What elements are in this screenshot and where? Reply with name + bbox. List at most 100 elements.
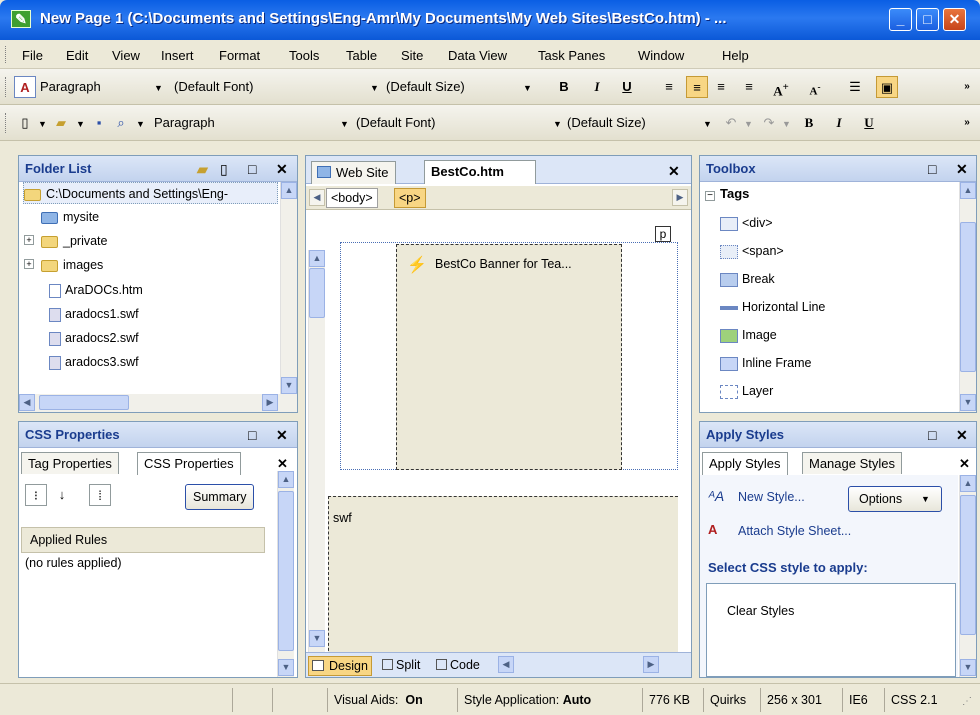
italic-button[interactable]: I (588, 76, 606, 98)
menu-file[interactable]: File (22, 48, 43, 63)
chevron-down-icon[interactable]: ▼ (154, 83, 163, 93)
maximize-pane-icon[interactable]: □ (928, 422, 936, 448)
tab-web-site[interactable]: Web Site (311, 161, 396, 184)
style-application-status[interactable]: Style Application: Auto (457, 688, 591, 712)
close-button[interactable]: ✕ (943, 8, 966, 31)
underline-button-2[interactable]: U (860, 112, 878, 134)
chevron-down-icon[interactable]: ▼ (136, 119, 145, 129)
chevron-down-icon[interactable]: ▼ (703, 119, 712, 129)
close-document-icon[interactable]: ✕ (668, 163, 680, 180)
folder-vscroll[interactable]: ▲ ▼ (280, 182, 297, 394)
close-pane-icon[interactable]: ✕ (276, 156, 288, 182)
numbered-list-icon[interactable]: ☰ (846, 76, 864, 98)
maximize-pane-icon[interactable]: □ (248, 422, 256, 448)
expand-icon[interactable]: + (24, 235, 34, 245)
maximize-pane-icon[interactable]: □ (248, 156, 256, 182)
tree-item-aradocs-htm[interactable]: AraDOCs.htm (49, 279, 143, 301)
split-view-button[interactable]: Split (380, 656, 423, 676)
sort-az-icon[interactable]: ↓ (53, 484, 71, 506)
folder-hscroll[interactable]: ◀ ▶ (19, 394, 297, 412)
scroll-down-icon[interactable]: ▼ (960, 394, 976, 411)
menu-window[interactable]: Window (638, 48, 684, 63)
apply-styles-vscroll[interactable]: ▲ ▼ (959, 475, 976, 677)
scroll-up-icon[interactable]: ▲ (960, 182, 976, 199)
shrink-font-icon[interactable]: A- (806, 76, 824, 98)
size-select-2[interactable]: (Default Size) (567, 113, 697, 133)
new-file-icon[interactable]: ▯ (220, 156, 228, 182)
menu-task-panes[interactable]: Task Panes (538, 48, 605, 63)
highlight-icon[interactable]: ▣ (876, 76, 898, 98)
scroll-up-icon[interactable]: ▲ (281, 182, 297, 199)
align-right-icon[interactable]: ≡ (712, 76, 730, 98)
font-select[interactable]: (Default Font) (174, 77, 364, 97)
redo-icon[interactable]: ↷ (760, 112, 778, 134)
tree-item-root[interactable]: C:\Documents and Settings\Eng- (23, 182, 278, 204)
save-icon[interactable]: ▪ (90, 112, 108, 134)
new-style-link[interactable]: New Style... (738, 490, 805, 504)
tab-bestco[interactable]: BestCo.htm (424, 160, 536, 184)
toolbox-item-layer[interactable]: Layer (720, 378, 773, 404)
toolbox-item-div[interactable]: <div> (720, 210, 773, 236)
scroll-up-icon[interactable]: ▲ (278, 471, 294, 488)
toolbar-overflow-icon[interactable]: » (958, 112, 976, 134)
tree-item-aradocs2[interactable]: aradocs2.swf (49, 327, 139, 349)
tag-scroll-left-icon[interactable]: ◀ (309, 189, 325, 206)
justify-icon[interactable]: ≡ (740, 76, 758, 98)
menu-help[interactable]: Help (722, 48, 749, 63)
preview-icon[interactable]: ⌕ (112, 112, 130, 134)
close-pane-icon[interactable]: ✕ (956, 422, 968, 448)
tag-scroll-right-icon[interactable]: ▶ (672, 189, 688, 206)
close-pane-icon[interactable]: ✕ (956, 156, 968, 182)
chevron-down-icon[interactable]: ▼ (76, 119, 85, 129)
scroll-up-icon[interactable]: ▲ (309, 250, 325, 267)
chevron-down-icon[interactable]: ▼ (38, 119, 47, 129)
scroll-down-icon[interactable]: ▼ (309, 630, 325, 647)
open-folder-icon[interactable]: ▰ (52, 112, 70, 134)
categorized-view-icon[interactable]: ⁝ (25, 484, 47, 506)
bold-button-2[interactable]: B (800, 112, 818, 134)
close-tab-icon[interactable]: ✕ (277, 456, 288, 472)
tag-p-button[interactable]: <p> (394, 188, 426, 208)
new-folder-icon[interactable]: ▰ (197, 156, 208, 182)
scroll-down-icon[interactable]: ▼ (278, 659, 294, 676)
browser-compat-status[interactable]: IE6 (842, 688, 868, 712)
tree-item-aradocs1[interactable]: aradocs1.swf (49, 303, 139, 325)
expand-icon[interactable]: + (24, 259, 34, 269)
toolbar-overflow-icon[interactable]: » (958, 76, 976, 98)
font-select-2[interactable]: (Default Font) (356, 113, 536, 133)
menu-site[interactable]: Site (401, 48, 423, 63)
scroll-down-icon[interactable]: ▼ (960, 659, 976, 676)
size-select[interactable]: (Default Size) (386, 77, 516, 97)
css-vscroll[interactable]: ▲ ▼ (277, 471, 294, 677)
menu-data-view[interactable]: Data View (448, 48, 507, 63)
vscroll-thumb[interactable] (960, 222, 976, 372)
css-version-status[interactable]: CSS 2.1 (884, 688, 938, 712)
visual-aids-status[interactable]: Visual Aids: On (327, 688, 423, 712)
paragraph-style-select-2[interactable]: Paragraph (154, 113, 262, 133)
menu-tools[interactable]: Tools (289, 48, 319, 63)
scroll-left-icon[interactable]: ◀ (498, 656, 514, 673)
doc-mode-status[interactable]: Quirks (703, 688, 746, 712)
minimize-button[interactable]: _ (889, 8, 912, 31)
tree-item-private[interactable]: _private (41, 230, 107, 252)
vscroll-thumb[interactable] (960, 495, 976, 635)
tab-manage-styles[interactable]: Manage Styles (802, 452, 902, 474)
scroll-up-icon[interactable]: ▲ (960, 475, 976, 492)
align-center-icon[interactable]: ≡ (686, 76, 708, 98)
tag-body-button[interactable]: <body> (326, 188, 378, 208)
tree-item-mysite[interactable]: mysite (41, 206, 99, 228)
vscroll-thumb[interactable] (278, 491, 294, 651)
italic-button-2[interactable]: I (830, 112, 848, 134)
tree-item-images[interactable]: images (41, 254, 103, 276)
align-left-icon[interactable]: ≡ (660, 76, 678, 98)
scroll-down-icon[interactable]: ▼ (281, 377, 297, 394)
tab-tag-properties[interactable]: Tag Properties (21, 452, 119, 474)
toolbox-vscroll[interactable]: ▲ ▼ (959, 182, 976, 412)
vscroll-thumb[interactable] (309, 268, 325, 318)
tab-css-properties[interactable]: CSS Properties (137, 452, 241, 475)
toolbox-item-iframe[interactable]: Inline Frame (720, 350, 811, 376)
close-tab-icon[interactable]: ✕ (959, 456, 970, 472)
tab-apply-styles[interactable]: Apply Styles (702, 452, 788, 475)
title-bar[interactable]: ✎ New Page 1 (C:\Documents and Settings\… (0, 0, 980, 40)
chevron-down-icon[interactable]: ▼ (744, 119, 753, 129)
